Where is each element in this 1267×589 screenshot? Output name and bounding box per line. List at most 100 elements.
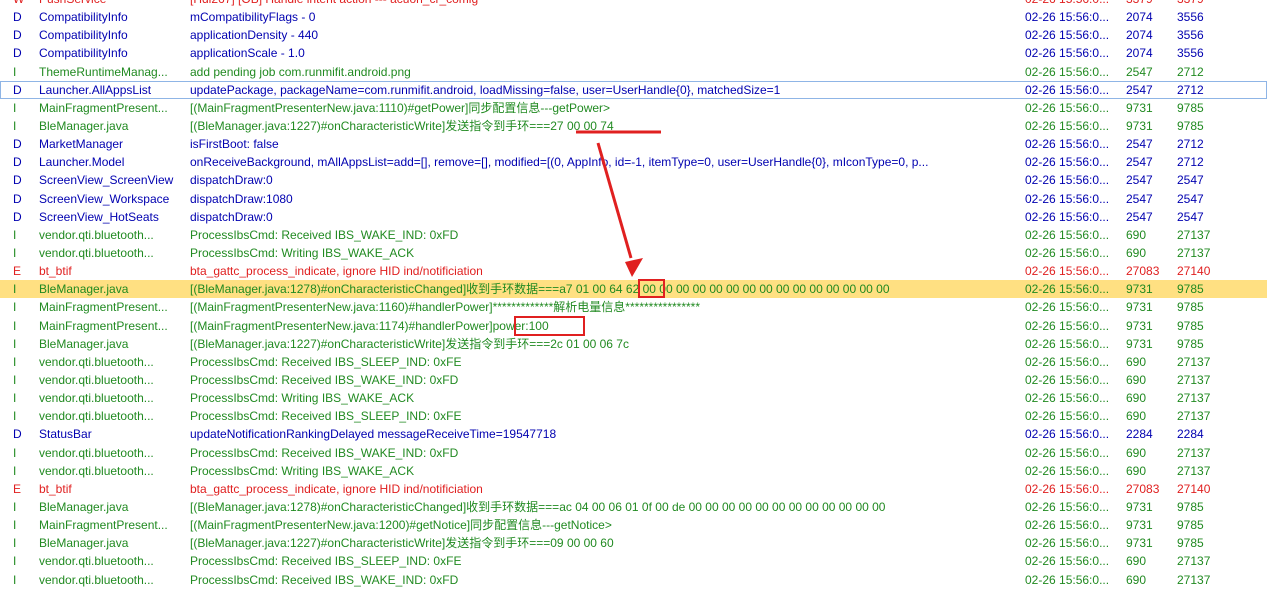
log-time: 02-26 15:56:0... bbox=[1025, 100, 1110, 115]
log-tag: ScreenView_ScreenView bbox=[39, 173, 174, 188]
log-row[interactable]: Ivendor.qti.bluetooth... ProcessIbsCmd: W… bbox=[0, 389, 1267, 407]
log-row[interactable]: I MainFragmentPresent... [(MainFragmentPre… bbox=[0, 99, 1267, 117]
log-message: bta_gattc_process_indicate, ignore HID i… bbox=[190, 481, 483, 496]
log-row[interactable]: D CompatibilityInfo mCompatibilityFlags - … bbox=[0, 8, 1267, 26]
log-level: I bbox=[13, 463, 17, 478]
log-row[interactable]: Ivendor.qti.bluetooth... ProcessIbsCmd: R… bbox=[0, 552, 1267, 570]
log-time: 02-26 15:56:0... bbox=[1025, 191, 1110, 206]
log-row[interactable]: Ivendor.qti.bluetooth... ProcessIbsCmd: R… bbox=[0, 371, 1267, 389]
log-row[interactable]: Ebt_btif bta_gattc_process_indicate, igno… bbox=[0, 480, 1267, 498]
log-row[interactable]: I MainFragmentPresent... [(MainFragmentPre… bbox=[0, 516, 1267, 534]
log-tid: 3556 bbox=[1177, 46, 1204, 61]
log-tag: StatusBar bbox=[39, 427, 92, 442]
log-pid: 9731 bbox=[1126, 536, 1153, 551]
log-tid: 3556 bbox=[1177, 28, 1204, 43]
log-tid: 3556 bbox=[1177, 10, 1204, 25]
log-time: 02-26 15:56:0... bbox=[1025, 10, 1110, 25]
log-tid: 2712 bbox=[1177, 82, 1204, 97]
log-level: I bbox=[13, 100, 17, 115]
log-time: 02-26 15:56:0... bbox=[1025, 499, 1110, 514]
log-row[interactable]: I MainFragmentPresent... [(MainFragmentPre… bbox=[0, 317, 1267, 335]
log-tid: 27137 bbox=[1177, 245, 1211, 260]
log-row[interactable]: Ivendor.qti.bluetooth... ProcessIbsCmd: R… bbox=[0, 571, 1267, 589]
log-row[interactable]: I MainFragmentPresent... [(MainFragmentPre… bbox=[0, 298, 1267, 316]
log-message: [(BleManager.java:1227)#onCharacteristic… bbox=[190, 118, 614, 133]
log-pid: 2074 bbox=[1126, 28, 1153, 43]
log-row[interactable]: I BleManager.java [(BleManager.java:1278)#… bbox=[0, 498, 1267, 516]
log-tag: MainFragmentPresent... bbox=[39, 300, 168, 315]
log-pid: 690 bbox=[1126, 372, 1147, 387]
log-row[interactable]: Ivendor.qti.bluetooth... ProcessIbsCmd: R… bbox=[0, 407, 1267, 425]
log-message: [(MainFragmentPresenterNew.java:1110)#ge… bbox=[190, 100, 611, 115]
log-pid: 2284 bbox=[1126, 427, 1153, 442]
log-row[interactable]: D MarketManager isFirstBoot: false 02-26 15… bbox=[0, 135, 1267, 153]
log-message: [(BleManager.java:1278)#onCharacteristic… bbox=[190, 499, 886, 514]
log-message: [(MainFragmentPresenterNew.java:1200)#ge… bbox=[190, 518, 612, 533]
log-row[interactable]: I ThemeRuntimeManag... add pending job com… bbox=[0, 63, 1267, 81]
log-time: 02-26 15:56:0... bbox=[1025, 554, 1110, 569]
log-tag: bt_btif bbox=[39, 481, 72, 496]
log-row[interactable]: I BleManager.java [(BleManager.java:1227)#… bbox=[0, 117, 1267, 135]
log-message: [(BleManager.java:1227)#onCharacteristic… bbox=[190, 536, 614, 551]
log-level: I bbox=[13, 300, 17, 315]
log-pid: 9731 bbox=[1126, 318, 1153, 333]
log-level: I bbox=[13, 572, 17, 587]
log-level: D bbox=[13, 82, 22, 97]
log-row[interactable]: Ivendor.qti.bluetooth... ProcessIbsCmd: R… bbox=[0, 226, 1267, 244]
logcat-list[interactable]: W PushService [Hdl267] [OB] Handle intent … bbox=[0, 0, 1267, 589]
log-message: ProcessIbsCmd: Received IBS_WAKE_IND: 0x… bbox=[190, 445, 459, 460]
log-time: 02-26 15:56:0... bbox=[1025, 536, 1110, 551]
log-tid: 27137 bbox=[1177, 372, 1211, 387]
log-pid: 2547 bbox=[1126, 209, 1153, 224]
log-row[interactable]: W PushService [Hdl267] [OB] Handle intent … bbox=[0, 0, 1267, 8]
log-message: dispatchDraw:1080 bbox=[190, 191, 293, 206]
log-level: I bbox=[13, 354, 17, 369]
log-tag: CompatibilityInfo bbox=[39, 10, 128, 25]
log-row[interactable]: D ScreenView_ScreenView dispatchDraw:0 02-2… bbox=[0, 171, 1267, 189]
log-message: ProcessIbsCmd: Received IBS_SLEEP_IND: 0… bbox=[190, 554, 462, 569]
log-tag: vendor.qti.bluetooth... bbox=[39, 372, 154, 387]
log-row[interactable]: D Launcher.AllAppsList updatePackage, pack… bbox=[0, 81, 1267, 99]
log-tag: vendor.qti.bluetooth... bbox=[39, 554, 154, 569]
log-row[interactable]: Ivendor.qti.bluetooth... ProcessIbsCmd: R… bbox=[0, 444, 1267, 462]
log-pid: 9731 bbox=[1126, 300, 1153, 315]
log-row[interactable]: D CompatibilityInfo applicationDensity - 4… bbox=[0, 26, 1267, 44]
log-level: I bbox=[13, 409, 17, 424]
log-level: E bbox=[13, 481, 22, 496]
log-tag: vendor.qti.bluetooth... bbox=[39, 245, 154, 260]
log-pid: 2547 bbox=[1126, 155, 1153, 170]
log-row[interactable]: D CompatibilityInfo applicationScale - 1.0… bbox=[0, 44, 1267, 62]
log-tag: Launcher.AllAppsList bbox=[39, 82, 152, 97]
log-tid: 2712 bbox=[1177, 137, 1204, 152]
log-row[interactable]: D ScreenView_Workspace dispatchDraw:1080 02… bbox=[0, 190, 1267, 208]
log-level: I bbox=[13, 227, 17, 242]
log-row[interactable]: I BleManager.java [(BleManager.java:1278)#… bbox=[0, 280, 1267, 299]
log-row[interactable]: I BleManager.java [(BleManager.java:1227)#… bbox=[0, 335, 1267, 353]
log-level: D bbox=[13, 191, 22, 206]
log-tag: ScreenView_HotSeats bbox=[39, 209, 159, 224]
log-row[interactable]: Ebt_btif bta_gattc_process_indicate, igno… bbox=[0, 262, 1267, 280]
log-row[interactable]: D Launcher.Model onReceiveBackground, mAll… bbox=[0, 153, 1267, 171]
log-pid: 690 bbox=[1126, 445, 1147, 460]
log-row[interactable]: Ivendor.qti.bluetooth... ProcessIbsCmd: R… bbox=[0, 353, 1267, 371]
log-time: 02-26 15:56:0... bbox=[1025, 318, 1110, 333]
log-tag: bt_btif bbox=[39, 264, 72, 279]
log-row[interactable]: D StatusBar updateNotificationRankingDelay… bbox=[0, 425, 1267, 443]
log-tag: MainFragmentPresent... bbox=[39, 318, 168, 333]
log-tid: 2547 bbox=[1177, 191, 1204, 206]
log-row[interactable]: D ScreenView_HotSeats dispatchDraw:0 02-26 … bbox=[0, 208, 1267, 226]
log-level: I bbox=[13, 518, 17, 533]
log-tid: 27137 bbox=[1177, 409, 1211, 424]
log-message: ProcessIbsCmd: Writing IBS_WAKE_ACK bbox=[190, 391, 415, 406]
log-row[interactable]: Ivendor.qti.bluetooth... ProcessIbsCmd: W… bbox=[0, 244, 1267, 262]
log-level: I bbox=[13, 445, 17, 460]
log-pid: 9731 bbox=[1126, 336, 1153, 351]
log-level: I bbox=[13, 372, 17, 387]
log-tag: Launcher.Model bbox=[39, 155, 125, 170]
log-tid: 9785 bbox=[1177, 536, 1204, 551]
log-tag: BleManager.java bbox=[39, 536, 129, 551]
log-pid: 690 bbox=[1126, 572, 1147, 587]
log-row[interactable]: Ivendor.qti.bluetooth... ProcessIbsCmd: W… bbox=[0, 462, 1267, 480]
log-row[interactable]: I BleManager.java [(BleManager.java:1227)#… bbox=[0, 534, 1267, 552]
log-tid: 2547 bbox=[1177, 173, 1204, 188]
